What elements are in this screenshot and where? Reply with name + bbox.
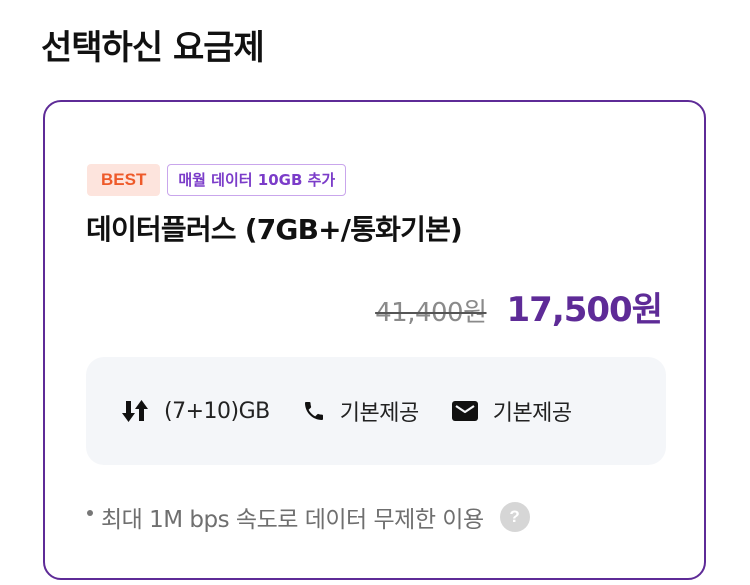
plan-card[interactable]: BEST 매월 데이터 10GB 추가 데이터플러스 (7GB+/통화기본) 4… xyxy=(43,100,706,580)
page-title: 선택하신 요금제 xyxy=(41,28,265,68)
benefit-data: (7+10)GB xyxy=(122,399,270,424)
benefit-call-text: 기본제공 xyxy=(339,401,419,426)
benefit-box: (7+10)GB 기본제공 기본제공 xyxy=(86,357,666,465)
benefit-data-text: (7+10)GB xyxy=(164,398,270,424)
note-row: 최대 1M bps 속도로 데이터 무제한 이용 ? xyxy=(87,500,530,534)
phone-icon xyxy=(302,399,326,423)
extra-data-badge: 매월 데이터 10GB 추가 xyxy=(167,164,347,196)
unlimited-data-note: 최대 1M bps 속도로 데이터 무제한 이용 xyxy=(101,507,484,533)
help-question-icon[interactable]: ? xyxy=(499,502,530,532)
original-price: 41,400원 xyxy=(375,298,487,328)
benefit-sms: 기본제공 xyxy=(451,395,572,427)
mail-icon xyxy=(451,400,479,422)
price-row: 41,400원 17,500원 xyxy=(375,282,663,331)
badge-group: BEST 매월 데이터 10GB 추가 xyxy=(87,164,347,196)
plan-name: 데이터플러스 (7GB+/통화기본) xyxy=(86,213,463,246)
sale-price: 17,500원 xyxy=(506,290,663,330)
bullet-dot xyxy=(87,510,93,516)
benefit-sms-text: 기본제공 xyxy=(492,401,572,426)
benefit-call: 기본제공 xyxy=(302,395,419,427)
best-badge: BEST xyxy=(87,164,161,196)
data-arrows-icon xyxy=(122,399,150,423)
